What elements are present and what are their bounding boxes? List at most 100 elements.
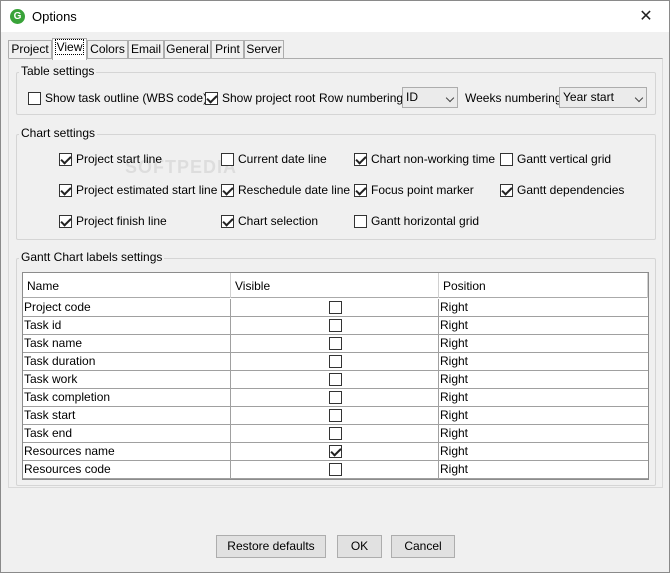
visible-checkbox[interactable] [329, 445, 342, 458]
current-date-line-checkbox[interactable]: Current date line [221, 152, 327, 166]
ok-button[interactable]: OK [337, 535, 382, 558]
checkbox-box[interactable] [59, 214, 72, 228]
table-row[interactable]: Task id Right [23, 317, 648, 335]
checkbox-box[interactable] [500, 152, 513, 166]
table-row[interactable]: Task start Right [23, 407, 648, 425]
gantt-horizontal-grid-checkbox[interactable]: Gantt horizontal grid [354, 214, 479, 228]
table-row[interactable]: Task completion Right [23, 389, 648, 407]
column-header-position[interactable]: Position [439, 273, 648, 298]
tab-view[interactable]: View [52, 38, 87, 60]
row-name-cell: Task completion [23, 389, 231, 406]
checkbox-box[interactable] [354, 214, 367, 228]
tab-email[interactable]: Email [128, 40, 164, 59]
tab-label: Project [11, 42, 49, 56]
checkbox-label: Focus point marker [371, 183, 474, 197]
app-logo-icon: G [10, 9, 25, 24]
weeks-numbering-select[interactable]: Year start [559, 87, 647, 108]
row-position-cell[interactable]: Right [439, 299, 648, 316]
window-title: Options [32, 9, 77, 24]
row-visible-cell [231, 335, 439, 352]
table-row[interactable]: Project code Right [23, 299, 648, 317]
column-header-name[interactable]: Name [23, 273, 231, 298]
cancel-button[interactable]: Cancel [391, 535, 455, 558]
table-row[interactable]: Task name Right [23, 335, 648, 353]
checkbox-box[interactable] [354, 183, 367, 197]
tab-project[interactable]: Project [8, 40, 52, 59]
row-name-cell: Resources code [23, 461, 231, 478]
chart-non-working-time-checkbox[interactable]: Chart non-working time [354, 152, 495, 166]
column-header-visible[interactable]: Visible [231, 273, 439, 298]
checkbox-label: Chart non-working time [371, 152, 496, 166]
checkbox-label: Gantt vertical grid [517, 152, 612, 166]
view-tab-page: Table settings SOFTPEDIA Show task outli… [8, 58, 663, 488]
focus-point-marker-checkbox[interactable]: Focus point marker [354, 183, 474, 197]
labels-settings-title: Gantt Chart labels settings [19, 250, 165, 264]
table-row[interactable]: Task duration Right [23, 353, 648, 371]
select-value: ID [406, 90, 418, 104]
checkbox-label: Chart selection [238, 214, 319, 228]
row-position-cell[interactable]: Right [439, 335, 648, 352]
visible-checkbox[interactable] [329, 463, 342, 476]
visible-checkbox[interactable] [329, 427, 342, 440]
table-row[interactable]: Resources code Right [23, 461, 648, 479]
checkbox-box[interactable] [205, 91, 218, 105]
row-numbering-select[interactable]: ID [402, 87, 458, 108]
tab-colors[interactable]: Colors [87, 40, 128, 59]
row-position-cell[interactable]: Right [439, 389, 648, 406]
checkbox-box[interactable] [221, 214, 234, 228]
visible-checkbox[interactable] [329, 337, 342, 350]
options-dialog: G Options ✕ Project View Colors Email Ge… [0, 0, 670, 573]
show-task-outline-checkbox[interactable]: Show task outline (WBS code) [28, 91, 207, 105]
project-estimated-start-line-checkbox[interactable]: Project estimated start line [59, 183, 217, 197]
visible-checkbox[interactable] [329, 355, 342, 368]
checkbox-box[interactable] [500, 183, 513, 197]
project-finish-line-checkbox[interactable]: Project finish line [59, 214, 167, 228]
row-position-cell[interactable]: Right [439, 425, 648, 442]
checkbox-label: Gantt horizontal grid [371, 214, 480, 228]
gantt-vertical-grid-checkbox[interactable]: Gantt vertical grid [500, 152, 611, 166]
chart-selection-checkbox[interactable]: Chart selection [221, 214, 318, 228]
tab-print[interactable]: Print [211, 40, 244, 59]
row-position-cell[interactable]: Right [439, 353, 648, 370]
checkbox-box[interactable] [28, 91, 41, 105]
row-visible-cell [231, 461, 439, 478]
table-row[interactable]: Task work Right [23, 371, 648, 389]
tab-general[interactable]: General [164, 40, 211, 59]
visible-checkbox[interactable] [329, 319, 342, 332]
visible-checkbox[interactable] [329, 373, 342, 386]
checkbox-box[interactable] [221, 152, 234, 166]
row-position-cell[interactable]: Right [439, 317, 648, 334]
row-name-cell: Task name [23, 335, 231, 352]
close-icon[interactable]: ✕ [623, 1, 669, 32]
visible-checkbox[interactable] [329, 409, 342, 422]
checkbox-box[interactable] [221, 183, 234, 197]
table-row[interactable]: Resources name Right [23, 443, 648, 461]
visible-checkbox[interactable] [329, 391, 342, 404]
tab-label: View [54, 39, 85, 55]
checkbox-box[interactable] [59, 183, 72, 197]
restore-defaults-button[interactable]: Restore defaults [216, 535, 326, 558]
checkbox-box[interactable] [354, 152, 367, 166]
reschedule-date-line-checkbox[interactable]: Reschedule date line [221, 183, 350, 197]
tab-label: Email [130, 42, 161, 56]
row-position-cell[interactable]: Right [439, 443, 648, 460]
checkbox-label: Show project root [222, 91, 316, 105]
table-row[interactable]: Task end Right [23, 425, 648, 443]
checkbox-box[interactable] [59, 152, 72, 166]
select-value: Year start [563, 90, 614, 104]
row-name-cell: Task id [23, 317, 231, 334]
visible-checkbox[interactable] [329, 301, 342, 314]
grid-header: Name Visible Position [23, 273, 648, 298]
show-project-root-checkbox[interactable]: Show project root [205, 91, 315, 105]
row-position-cell[interactable]: Right [439, 371, 648, 388]
tab-server[interactable]: Server [244, 40, 284, 59]
project-start-line-checkbox[interactable]: Project start line [59, 152, 162, 166]
row-position-cell[interactable]: Right [439, 407, 648, 424]
row-visible-cell [231, 389, 439, 406]
chart-settings-title: Chart settings [19, 126, 98, 140]
row-visible-cell [231, 425, 439, 442]
row-position-cell[interactable]: Right [439, 461, 648, 478]
labels-grid: Name Visible Position Project code Right T… [22, 272, 649, 480]
chevron-down-icon [634, 93, 644, 103]
gantt-dependencies-checkbox[interactable]: Gantt dependencies [500, 183, 624, 197]
